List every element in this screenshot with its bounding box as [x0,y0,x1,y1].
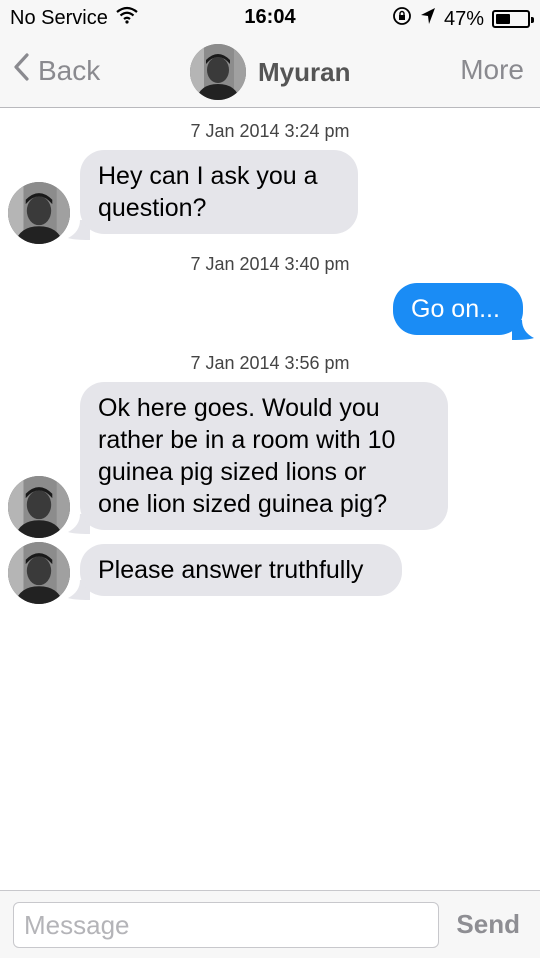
message-line: Please answer truthfully [98,556,364,584]
message-input[interactable] [13,902,439,948]
rotation-lock-icon [392,6,412,32]
chevron-left-icon [12,52,30,89]
status-bar: No Service 16:04 47% [0,0,540,36]
moon-icon [368,6,384,32]
message-line: question? [98,194,207,222]
location-arrow-icon [420,7,436,31]
back-button[interactable]: Back [12,52,100,89]
sender-avatar[interactable] [8,542,70,604]
navigation-bar: Back Myuran More [0,36,540,108]
contact-name: Myuran [258,56,351,87]
battery-icon [492,10,534,28]
timestamp: 7 Jan 2014 3:24 pm [190,121,350,141]
message-bubble-incoming[interactable]: Please answer truthfully [80,544,402,596]
message-line: rather be in a room with 10 [98,426,396,454]
message-bubble-incoming[interactable]: Hey can I ask you a question? [80,150,358,234]
timestamp: 7 Jan 2014 3:40 pm [190,254,350,274]
message-line: one lion sized guinea pig? [98,490,388,518]
message-line: Hey can I ask you a [98,162,318,190]
sender-avatar[interactable] [8,182,70,244]
compose-bar: Send [0,890,540,958]
message-bubble-incoming[interactable]: Ok here goes. Would you rather be in a r… [80,382,448,530]
back-label: Back [38,54,101,86]
battery-percent: 47% [443,7,484,30]
message-line: guinea pig sized lions or [98,458,367,486]
contact-avatar[interactable] [190,44,246,100]
more-button[interactable]: More [460,54,524,86]
timestamp: 7 Jan 2014 3:56 pm [190,353,350,373]
contact-header[interactable]: Myuran [190,44,350,100]
message-line: Go on... [411,295,500,323]
sender-avatar[interactable] [8,476,70,538]
message-line: Ok here goes. Would you [98,394,380,422]
message-bubble-outgoing[interactable]: Go on... [393,283,523,335]
send-button[interactable]: Send [456,909,520,940]
